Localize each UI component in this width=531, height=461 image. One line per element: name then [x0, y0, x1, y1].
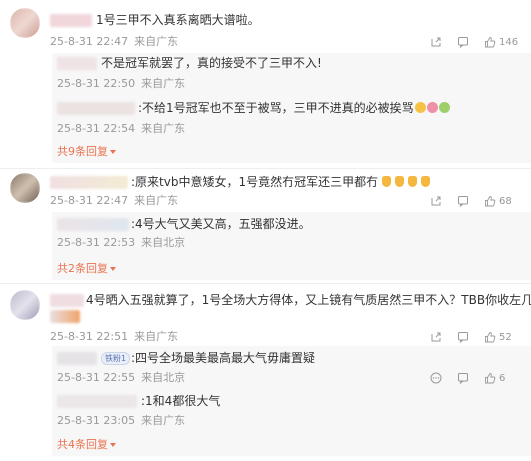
- more-options-button[interactable]: [430, 371, 442, 385]
- cry-emoji-icon: [426, 102, 438, 113]
- like-icon: [485, 373, 496, 384]
- reply-meta: 25-8-31 22:54 来自广东: [57, 122, 185, 136]
- blurred-username-continued: [50, 310, 80, 323]
- share-icon: [431, 332, 441, 342]
- reply-text: 不是冠军就罢了，真的接受不了三甲不入!: [101, 56, 322, 70]
- comment-text: :原来tvb中意矮女，1号竟然冇冠军还三甲都冇: [131, 174, 431, 190]
- reply-meta: 25-8-31 23:05 来自广东: [57, 414, 185, 428]
- reply-location: 来自广东: [141, 77, 186, 90]
- like-button[interactable]: 146: [484, 35, 518, 49]
- blurred-username[interactable]: [57, 102, 135, 115]
- caret-down-icon: [110, 443, 116, 447]
- blurred-username[interactable]: [50, 294, 84, 307]
- like-button[interactable]: 52: [484, 330, 512, 344]
- comment-location: 来自广东: [134, 35, 179, 48]
- reply-location: 来自广东: [141, 122, 186, 135]
- reply-date: 25-8-31 22:50: [57, 77, 136, 90]
- reply-meta: 25-8-31 22:50 来自广东: [57, 77, 185, 91]
- share-button[interactable]: [430, 35, 442, 49]
- thumbs-up-emoji-icon: [395, 176, 405, 187]
- share-icon: [431, 196, 441, 206]
- like-count: 146: [499, 36, 519, 48]
- comment-icon: [458, 373, 468, 384]
- like-icon: [485, 332, 496, 343]
- like-icon: [485, 37, 496, 48]
- thumbs-up-emoji-icon: [382, 176, 392, 187]
- reply-date: 25-8-31 22:55: [57, 371, 136, 384]
- avatar[interactable]: [10, 173, 40, 203]
- more-replies-link[interactable]: 共9条回复: [57, 145, 116, 159]
- like-count: 6: [499, 372, 506, 384]
- blurred-username[interactable]: [50, 14, 92, 27]
- like-count: 68: [499, 195, 512, 207]
- comment-date: 25-8-31 22:47: [50, 194, 129, 207]
- comment-meta: 25-8-31 22:47 来自广东: [50, 194, 178, 208]
- thumbs-up-emoji-icon: [421, 176, 431, 187]
- comment-date: 25-8-31 22:51: [50, 330, 129, 343]
- like-count: 52: [499, 331, 512, 343]
- comment-text: 4号晒入五强就算了，1号全场大方得体，又上镜有气质居然三甲不入？TBB你收左几多: [86, 293, 531, 307]
- more-options-icon: [430, 372, 442, 384]
- comment-icon: [458, 37, 468, 48]
- comment-icon: [458, 196, 468, 207]
- blurred-username[interactable]: [57, 57, 97, 70]
- comment-button[interactable]: [457, 194, 469, 208]
- sick-emoji-icon: [438, 102, 450, 113]
- reply-meta: 25-8-31 22:55 来自北京: [57, 371, 185, 385]
- reply-date: 25-8-31 22:54: [57, 122, 136, 135]
- reply-location: 来自广东: [141, 414, 186, 427]
- reply-date: 25-8-31 22:53: [57, 236, 136, 249]
- share-icon: [431, 37, 441, 47]
- avatar[interactable]: [10, 8, 40, 38]
- share-button[interactable]: [430, 194, 442, 208]
- comment-button[interactable]: [457, 371, 469, 385]
- fan-badge: 铁粉1: [101, 352, 131, 365]
- comment-text: 1号三甲不入真系离晒大谱啦。: [96, 13, 260, 27]
- comment-meta: 25-8-31 22:51 来自广东: [50, 330, 178, 344]
- blurred-username[interactable]: [57, 218, 129, 231]
- reply-meta: 25-8-31 22:53 来自北京: [57, 236, 185, 250]
- comment-location: 来自广东: [134, 194, 179, 207]
- avatar[interactable]: [10, 290, 40, 320]
- blurred-username[interactable]: [57, 395, 137, 408]
- comment-icon: [458, 332, 468, 343]
- divider: [0, 168, 531, 169]
- reply-text: :1和4都很大气: [141, 394, 221, 408]
- reply-text: :4号大气又美又高，五强都没进。: [131, 217, 311, 231]
- reply-text: :不给1号冠军也不至于被骂，三甲不进真的必被挨骂: [138, 100, 450, 116]
- more-replies-link[interactable]: 共4条回复: [57, 438, 116, 452]
- like-button[interactable]: 68: [484, 194, 512, 208]
- reply-location: 来自北京: [141, 236, 186, 249]
- caret-down-icon: [110, 267, 116, 271]
- comment-button[interactable]: [457, 35, 469, 49]
- share-button[interactable]: [430, 330, 442, 344]
- thumbs-up-emoji-icon: [408, 176, 418, 187]
- blurred-username[interactable]: [50, 176, 128, 189]
- comment-location: 来自广东: [134, 330, 179, 343]
- smirk-emoji-icon: [414, 102, 426, 113]
- blurred-username[interactable]: [57, 352, 97, 365]
- reply-text: :四号全场最美最高最大气毋庸置疑: [131, 351, 316, 365]
- more-replies-link[interactable]: 共2条回复: [57, 262, 116, 276]
- reply-date: 25-8-31 23:05: [57, 414, 136, 427]
- comment-date: 25-8-31 22:47: [50, 35, 129, 48]
- caret-down-icon: [110, 150, 116, 154]
- reply-location: 来自北京: [141, 371, 186, 384]
- divider: [0, 283, 531, 284]
- comment-button[interactable]: [457, 330, 469, 344]
- comment-meta: 25-8-31 22:47 来自广东: [50, 35, 178, 49]
- like-icon: [485, 196, 496, 207]
- like-button[interactable]: 6: [484, 371, 505, 385]
